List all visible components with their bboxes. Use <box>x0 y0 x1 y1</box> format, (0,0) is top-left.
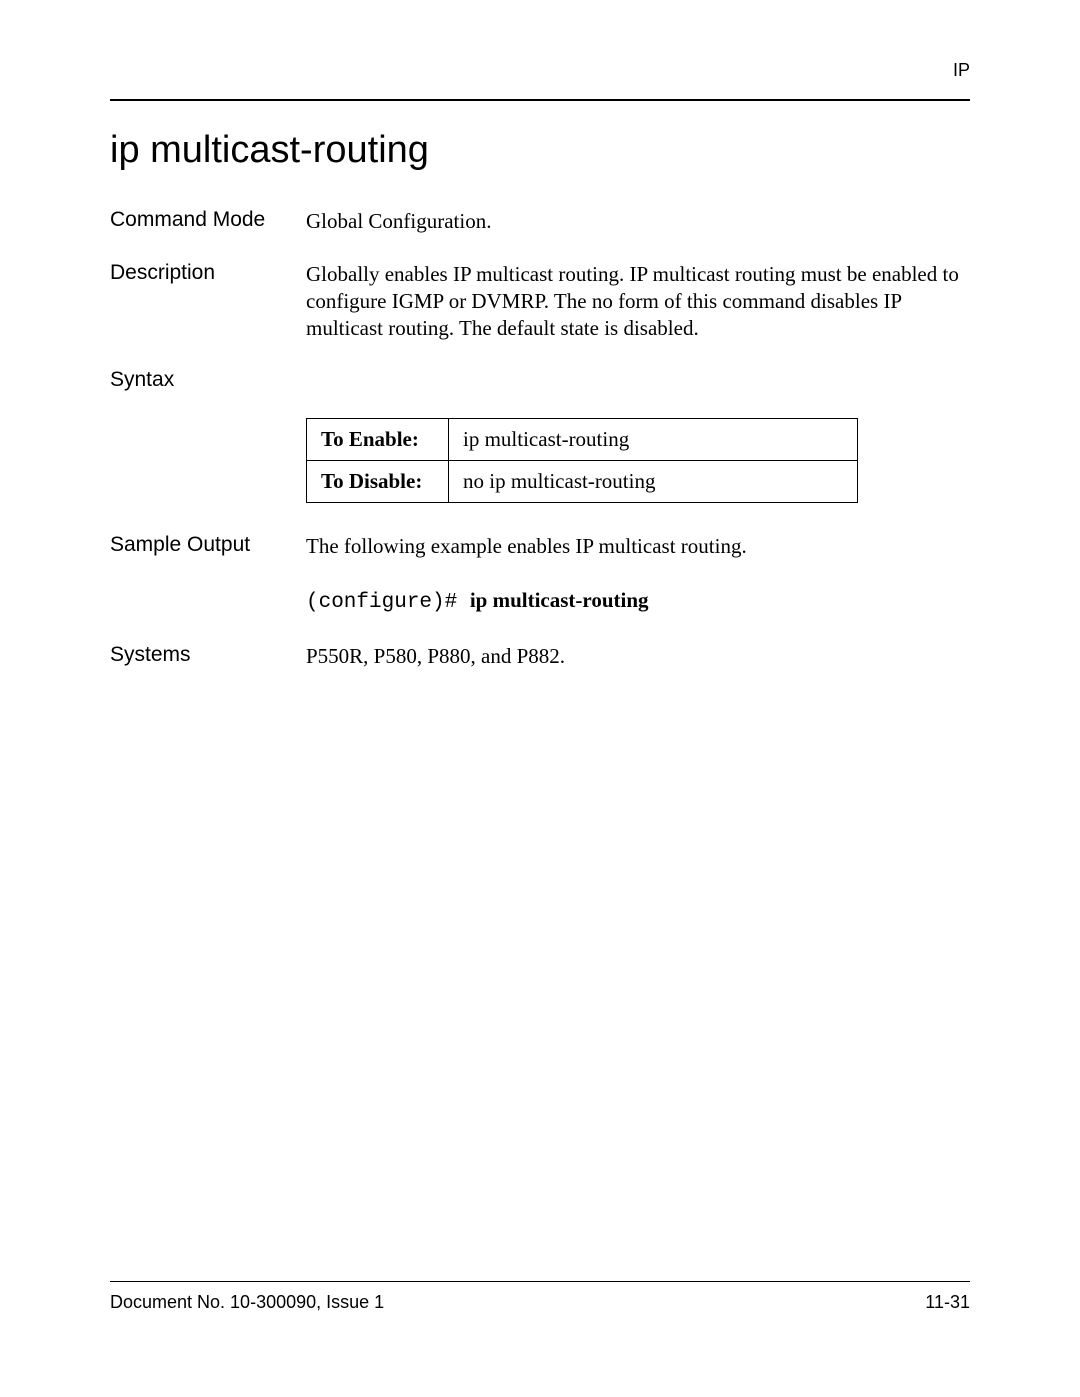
sample-output-label: Sample Output <box>110 533 306 557</box>
footer-line: Document No. 10-300090, Issue 1 11-31 <box>110 1292 970 1313</box>
footer-document-id: Document No. 10-300090, Issue 1 <box>110 1292 384 1313</box>
footer-page-number: 11-31 <box>925 1292 970 1313</box>
systems-row: Systems P550R, P580, P880, and P882. <box>110 643 970 670</box>
sample-output-prompt: (configure)# <box>306 591 470 614</box>
header-rule <box>110 99 970 101</box>
command-mode-value: Global Configuration. <box>306 208 970 235</box>
syntax-enable-header: To Enable: <box>307 418 449 460</box>
footer-rule <box>110 1281 970 1282</box>
syntax-disable-value: no ip multicast-routing <box>449 460 858 502</box>
command-mode-label: Command Mode <box>110 208 306 232</box>
description-row: Description Globally enables IP multicas… <box>110 261 970 342</box>
document-page: IP ip multicast-routing Command Mode Glo… <box>0 0 1080 1397</box>
systems-label: Systems <box>110 643 306 667</box>
sample-output-row: Sample Output The following example enab… <box>110 533 970 618</box>
command-mode-row: Command Mode Global Configuration. <box>110 208 970 235</box>
page-title: ip multicast-routing <box>110 129 970 172</box>
syntax-table: To Enable: ip multicast-routing To Disab… <box>306 418 858 503</box>
description-label: Description <box>110 261 306 285</box>
page-footer: Document No. 10-300090, Issue 1 11-31 <box>110 1281 970 1313</box>
sample-output-command-line: (configure)# ip multicast-routing <box>306 587 970 617</box>
syntax-disable-header: To Disable: <box>307 460 449 502</box>
table-row: To Enable: ip multicast-routing <box>307 418 858 460</box>
syntax-label: Syntax <box>110 368 306 392</box>
header-section-tag: IP <box>110 60 970 81</box>
syntax-table-block: To Enable: ip multicast-routing To Disab… <box>306 418 970 503</box>
sample-output-block: The following example enables IP multica… <box>306 533 970 618</box>
systems-value: P550R, P580, P880, and P882. <box>306 643 970 670</box>
description-value: Globally enables IP multicast routing. I… <box>306 261 970 342</box>
sample-output-intro: The following example enables IP multica… <box>306 533 970 560</box>
syntax-enable-value: ip multicast-routing <box>449 418 858 460</box>
table-row: To Disable: no ip multicast-routing <box>307 460 858 502</box>
syntax-row: Syntax <box>110 368 970 392</box>
sample-output-command: ip multicast-routing <box>470 588 649 612</box>
